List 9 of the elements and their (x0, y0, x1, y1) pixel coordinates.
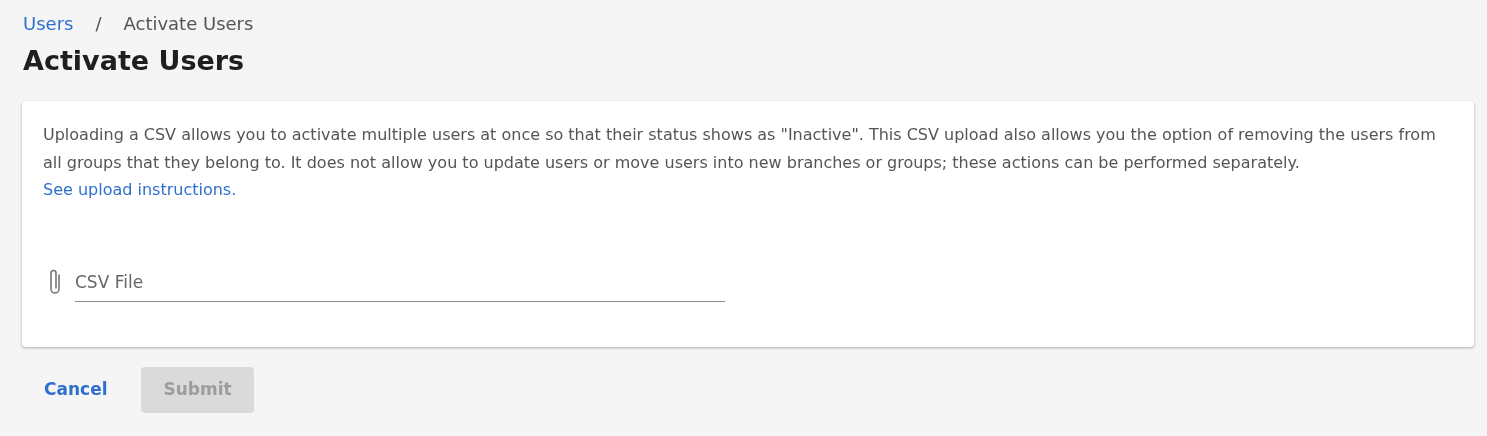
breadcrumb-separator: / (95, 12, 102, 36)
cancel-link[interactable]: Cancel (22, 367, 108, 413)
paperclip-icon (47, 268, 63, 297)
csv-file-field[interactable]: CSV File (75, 265, 725, 303)
breadcrumb-link[interactable]: Users (23, 10, 74, 37)
description-text: Uploading a CSV allows you to activate multiple users at once so that their status shows as "Inactive". This CSV upload also allows you the option of removing the users from all groups that they belong to. It does not allow you to update users or move users into new branches or groups; these actions can be performed separately. See upload instructions. (43, 124, 1437, 202)
upload-instructions-link[interactable]: See upload instructions. (43, 180, 237, 200)
breadcrumb-current: Activate Users (123, 12, 254, 36)
page-title: Activate Users (23, 45, 246, 78)
